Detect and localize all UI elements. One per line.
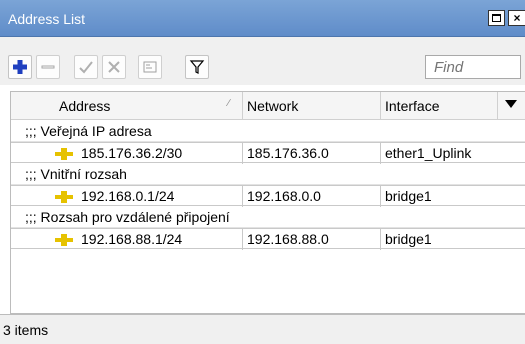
cell-divider bbox=[242, 143, 243, 164]
cell-divider bbox=[380, 143, 381, 164]
cell-divider bbox=[380, 186, 381, 207]
address-icon bbox=[55, 148, 73, 160]
column-divider[interactable] bbox=[242, 92, 243, 120]
plus-icon bbox=[13, 60, 27, 74]
comment-text: ;;; Vnitřní rozsah bbox=[25, 166, 127, 182]
remove-button[interactable] bbox=[36, 55, 60, 79]
status-bar: 3 items bbox=[0, 314, 525, 344]
network-cell: 192.168.0.0 bbox=[247, 188, 321, 204]
cell-divider bbox=[242, 229, 243, 250]
funnel-icon bbox=[189, 60, 205, 74]
column-divider[interactable] bbox=[380, 92, 381, 120]
sort-indicator-icon: ∕ bbox=[228, 98, 230, 109]
maximize-icon bbox=[492, 14, 501, 22]
interface-cell: bridge1 bbox=[385, 231, 432, 247]
comment-text: ;;; Rozsah pro vzdálené připojení bbox=[25, 209, 230, 225]
column-header-network[interactable]: Network bbox=[247, 98, 298, 114]
column-header-interface[interactable]: Interface bbox=[385, 98, 439, 114]
address-cell: 192.168.88.1/24 bbox=[81, 231, 183, 247]
comment-text: ;;; Veřejná IP adresa bbox=[25, 123, 152, 139]
table-row[interactable]: 185.176.36.2/30 185.176.36.0 ether1_Upli… bbox=[11, 142, 525, 164]
disable-button[interactable] bbox=[102, 55, 126, 79]
cell-divider bbox=[242, 186, 243, 207]
comment-button[interactable] bbox=[138, 55, 162, 79]
filter-button[interactable] bbox=[185, 55, 209, 79]
cell-divider bbox=[380, 229, 381, 250]
cross-icon bbox=[108, 61, 120, 73]
table-header: Address ∕ Network Interface bbox=[11, 92, 525, 120]
table-row[interactable]: 192.168.88.1/24 192.168.88.0 bridge1 bbox=[11, 228, 525, 250]
close-button[interactable]: × bbox=[508, 10, 525, 26]
window-title: Address List bbox=[8, 11, 86, 27]
interface-cell: bridge1 bbox=[385, 188, 432, 204]
column-divider[interactable] bbox=[497, 92, 498, 120]
network-cell: 185.176.36.0 bbox=[247, 145, 329, 161]
address-table[interactable]: Address ∕ Network Interface ;;; Veřejná … bbox=[10, 91, 525, 314]
column-header-address[interactable]: Address bbox=[59, 98, 110, 114]
comment-row[interactable]: ;;; Veřejná IP adresa bbox=[11, 121, 525, 142]
comment-row[interactable]: ;;; Vnitřní rozsah bbox=[11, 164, 525, 185]
find-input[interactable] bbox=[425, 55, 521, 79]
add-button[interactable] bbox=[8, 55, 32, 79]
network-cell: 192.168.88.0 bbox=[247, 231, 329, 247]
address-icon bbox=[55, 234, 73, 246]
maximize-button[interactable] bbox=[488, 10, 505, 26]
interface-cell: ether1_Uplink bbox=[385, 145, 472, 161]
enable-button[interactable] bbox=[74, 55, 98, 79]
items-count: 3 items bbox=[3, 322, 49, 338]
address-cell: 192.168.0.1/24 bbox=[81, 188, 175, 204]
check-icon bbox=[79, 61, 93, 74]
title-bar[interactable]: Address List × bbox=[0, 0, 525, 37]
column-menu-icon[interactable] bbox=[505, 100, 517, 108]
table-row[interactable]: 192.168.0.1/24 192.168.0.0 bridge1 bbox=[11, 185, 525, 207]
minus-icon bbox=[41, 65, 55, 69]
comment-row[interactable]: ;;; Rozsah pro vzdálené připojení bbox=[11, 207, 525, 228]
address-cell: 185.176.36.2/30 bbox=[81, 145, 183, 161]
note-icon bbox=[143, 61, 157, 73]
address-icon bbox=[55, 191, 73, 203]
